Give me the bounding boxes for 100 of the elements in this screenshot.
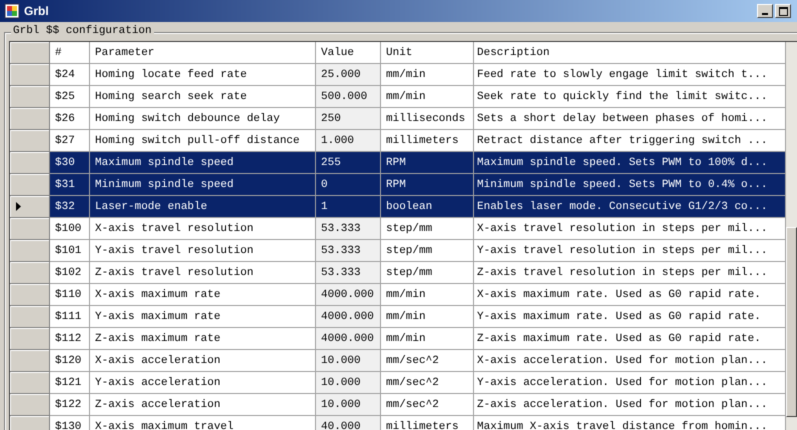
table-cell: X-axis acceleration <box>90 350 316 372</box>
table-cell: Laser-mode enable <box>90 196 316 218</box>
table-cell: Y-axis acceleration. Used for motion plan... <box>474 372 786 394</box>
table-cell: $27 <box>50 130 90 152</box>
table-cell: X-axis maximum travel <box>90 416 316 430</box>
table-cell: $102 <box>50 262 90 284</box>
table-cell: Z-axis acceleration <box>90 394 316 416</box>
table-cell: 0 <box>316 174 381 196</box>
table-cell: $31 <box>50 174 90 196</box>
table-cell: 250 <box>316 108 381 130</box>
table-cell: 4000.000 <box>316 328 381 350</box>
table-cell: $130 <box>50 416 90 430</box>
table-cell: 53.333 <box>316 218 381 240</box>
table-cell: Y-axis travel resolution in steps per mil... <box>474 240 786 262</box>
scrollbar[interactable] <box>786 42 797 430</box>
table-cell: Homing locate feed rate <box>90 64 316 86</box>
table-cell: millimeters <box>381 130 474 152</box>
column-header[interactable]: Unit <box>381 42 474 64</box>
table-cell: X-axis travel resolution in steps per mil... <box>474 218 786 240</box>
column-header[interactable]: Parameter <box>90 42 316 64</box>
table-cell: millimeters <box>381 416 474 430</box>
column-header[interactable]: Description <box>474 42 786 64</box>
table-cell: $121 <box>50 372 90 394</box>
table-cell: 40.000 <box>316 416 381 430</box>
table-cell: mm/min <box>381 64 474 86</box>
table-cell: $26 <box>50 108 90 130</box>
table-cell: mm/min <box>381 328 474 350</box>
table-cell: step/mm <box>381 240 474 262</box>
table-cell: Y-axis maximum rate <box>90 306 316 328</box>
table-cell: Y-axis acceleration <box>90 372 316 394</box>
table-cell: $110 <box>50 284 90 306</box>
table-cell: Minimum spindle speed <box>90 174 316 196</box>
maximize-button[interactable] <box>775 4 791 18</box>
column-header[interactable]: Value <box>316 42 381 64</box>
table-cell: $112 <box>50 328 90 350</box>
table-cell: X-axis maximum rate. Used as G0 rapid rate. <box>474 284 786 306</box>
table-cell: 500.000 <box>316 86 381 108</box>
table-cell: RPM <box>381 174 474 196</box>
table-cell: RPM <box>381 152 474 174</box>
table-cell: Homing search seek rate <box>90 86 316 108</box>
table-cell: 10.000 <box>316 372 381 394</box>
maximize-icon <box>778 6 788 16</box>
table-cell: Y-axis maximum rate. Used as G0 rapid rate. <box>474 306 786 328</box>
group-title: Grbl $$ configuration <box>11 25 154 37</box>
table-cell: X-axis maximum rate <box>90 284 316 306</box>
table-cell: Minimum spindle speed. Sets PWM to 0.4% o... <box>474 174 786 196</box>
table-cell: Y-axis travel resolution <box>90 240 316 262</box>
table-cell: milliseconds <box>381 108 474 130</box>
table-cell: mm/sec^2 <box>381 394 474 416</box>
table-cell: $100 <box>50 218 90 240</box>
table-cell: $32 <box>50 196 90 218</box>
table-cell: $24 <box>50 64 90 86</box>
row-header[interactable] <box>10 196 50 218</box>
table-cell: boolean <box>381 196 474 218</box>
table-cell: 1 <box>316 196 381 218</box>
table-cell: $122 <box>50 394 90 416</box>
table-cell: Z-axis travel resolution in steps per mil... <box>474 262 786 284</box>
table-cell: Z-axis maximum rate <box>90 328 316 350</box>
table-cell: mm/min <box>381 86 474 108</box>
table-cell: Feed rate to slowly engage limit switch t... <box>474 64 786 86</box>
app-icon <box>4 3 20 19</box>
table-cell: Maximum X-axis travel distance from homin... <box>474 416 786 430</box>
table-cell: $120 <box>50 350 90 372</box>
table-cell: 1.000 <box>316 130 381 152</box>
corner-header[interactable] <box>10 42 50 64</box>
table-cell: Z-axis acceleration. Used for motion plan... <box>474 394 786 416</box>
table-cell: mm/min <box>381 306 474 328</box>
table-cell: 53.333 <box>316 240 381 262</box>
table-cell: 10.000 <box>316 350 381 372</box>
table-cell: 10.000 <box>316 394 381 416</box>
table-cell: Sets a short delay between phases of homi... <box>474 108 786 130</box>
current-row-icon <box>16 202 21 211</box>
table-cell: Maximum spindle speed <box>90 152 316 174</box>
table-cell: 255 <box>316 152 381 174</box>
column-header[interactable]: # <box>50 42 90 64</box>
table-cell: Seek rate to quickly find the limit switc... <box>474 86 786 108</box>
table-cell: step/mm <box>381 218 474 240</box>
table-cell: Homing switch debounce delay <box>90 108 316 130</box>
table-cell: Enables laser mode. Consecutive G1/2/3 co... <box>474 196 786 218</box>
table-cell: X-axis travel resolution <box>90 218 316 240</box>
table-cell: step/mm <box>381 262 474 284</box>
table-cell: 4000.000 <box>316 306 381 328</box>
table-cell: mm/sec^2 <box>381 372 474 394</box>
minimize-button[interactable] <box>757 4 773 18</box>
table-cell: Retract distance after triggering switch ... <box>474 130 786 152</box>
table-cell: Z-axis travel resolution <box>90 262 316 284</box>
table-cell: Homing switch pull-off distance <box>90 130 316 152</box>
table-cell: X-axis acceleration. Used for motion plan... <box>474 350 786 372</box>
table-cell: 25.000 <box>316 64 381 86</box>
table-cell: mm/min <box>381 284 474 306</box>
table-cell: Z-axis maximum rate. Used as G0 rapid rate. <box>474 328 786 350</box>
table-cell: 4000.000 <box>316 284 381 306</box>
scroll-thumb[interactable] <box>786 227 797 417</box>
table-cell: $111 <box>50 306 90 328</box>
window-title: Grbl <box>24 4 49 18</box>
table-cell: $25 <box>50 86 90 108</box>
table-cell: $101 <box>50 240 90 262</box>
table-cell: 53.333 <box>316 262 381 284</box>
table-cell: mm/sec^2 <box>381 350 474 372</box>
table-cell: $30 <box>50 152 90 174</box>
